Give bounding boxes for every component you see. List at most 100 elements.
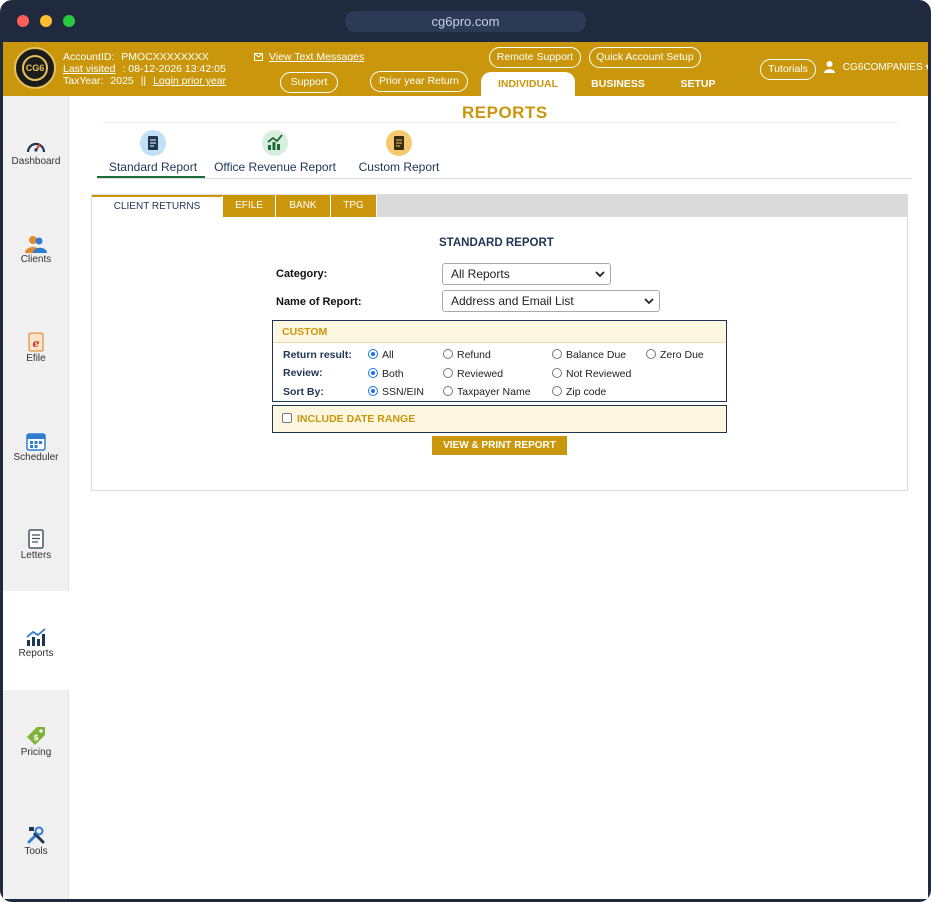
sidebar-item-label: Letters — [20, 550, 52, 561]
report-name-select[interactable]: Address and Email List — [442, 290, 660, 312]
address-bar[interactable]: cg6pro.com — [345, 11, 586, 32]
prior-year-return-button[interactable]: Prior year Return — [370, 71, 468, 92]
report-name-label: Name of Report: — [276, 296, 362, 308]
radio-review-not-reviewed[interactable]: Not Reviewed — [552, 368, 631, 380]
radio-return-balance-due[interactable]: Balance Due — [552, 349, 626, 361]
sidebar-item-label: Scheduler — [13, 452, 59, 463]
include-date-range[interactable]: INCLUDE DATE RANGE — [272, 405, 727, 433]
tab-bank[interactable]: BANK — [276, 195, 331, 217]
radio-label: Balance Due — [566, 349, 627, 361]
page-title: REPORTS — [462, 103, 548, 122]
report-type-standard[interactable]: Standard Report — [103, 130, 203, 174]
radio-button — [443, 349, 453, 359]
svg-text:$: $ — [33, 733, 39, 742]
radio-label: Zero Due — [660, 349, 704, 361]
tools-icon — [27, 826, 45, 844]
tax-year-row: TaxYear: 2025 || Login prior year — [63, 75, 226, 87]
custom-options-title: CUSTOM — [273, 321, 726, 343]
radio-sort-ssn[interactable]: SSN/EIN — [368, 386, 424, 398]
tax-year-value: 2025 — [110, 75, 134, 87]
users-icon — [25, 236, 47, 253]
include-date-range-label: INCLUDE DATE RANGE — [297, 413, 416, 425]
sort-by-label: Sort By: — [283, 386, 324, 398]
last-visited-value: : 08-12-2026 13:42:05 — [122, 63, 226, 75]
sidebar-item-pricing[interactable]: $ Pricing — [3, 690, 69, 789]
sidebar-item-label: Tools — [24, 846, 48, 857]
user-menu[interactable]: CG6COMPANIES ▾ — [823, 60, 928, 73]
tab-setup[interactable]: SETUP — [673, 72, 723, 96]
radio-button — [443, 386, 453, 396]
report-tabs: CLIENT RETURNS EFILE BANK TPG — [92, 195, 907, 217]
radio-label: Reviewed — [457, 368, 504, 380]
radio-return-zero-due[interactable]: Zero Due — [646, 349, 704, 361]
section-title: STANDARD REPORT — [439, 237, 554, 249]
sidebar-item-label: Efile — [26, 353, 46, 364]
login-prior-year-link[interactable]: Login prior year — [153, 75, 226, 87]
radio-button — [552, 349, 562, 359]
radio-label: Both — [382, 368, 404, 380]
view-text-messages[interactable]: View Text Messages — [254, 51, 364, 63]
chevron-down-icon — [595, 271, 605, 278]
radio-review-reviewed[interactable]: Reviewed — [443, 368, 503, 380]
sidebar-item-letters[interactable]: Letters — [3, 492, 69, 591]
zoom-window-dot[interactable] — [63, 15, 75, 27]
radio-button — [552, 368, 562, 378]
sidebar-item-label: Clients — [20, 254, 52, 265]
radio-sort-zip-code[interactable]: Zip code — [552, 386, 606, 398]
support-button[interactable]: Support — [280, 72, 338, 93]
browser-frame: cg6pro.com CG6 AccountID: PMOCXXXXXXXX L… — [0, 0, 931, 902]
include-date-range-checkbox[interactable] — [282, 413, 292, 423]
sidebar-item-efile[interactable]: e Efile — [3, 294, 69, 393]
account-id-label: AccountID: — [63, 51, 115, 63]
revenue-chart-icon — [262, 130, 288, 156]
report-type-custom[interactable]: Custom Report — [355, 130, 443, 174]
view-print-report-button[interactable]: VIEW & PRINT REPORT — [432, 436, 567, 455]
sidebar-item-scheduler[interactable]: Scheduler — [3, 393, 69, 492]
mail-icon — [254, 53, 263, 61]
report-type-label: Custom Report — [358, 160, 440, 174]
radio-label: SSN/EIN — [382, 386, 425, 398]
radio-button — [552, 386, 562, 396]
radio-label: Zip code — [566, 386, 607, 398]
category-select[interactable]: All Reports — [442, 263, 611, 285]
radio-return-refund[interactable]: Refund — [443, 349, 491, 361]
divider — [103, 122, 898, 123]
sidebar-item-label: Pricing — [20, 747, 52, 758]
account-id-row: AccountID: PMOCXXXXXXXX — [63, 51, 209, 63]
report-name-select-value: Address and Email List — [451, 294, 574, 308]
radio-label: Taxpayer Name — [457, 386, 531, 398]
last-visited-link[interactable]: Last visited — [63, 63, 116, 75]
app-window: CG6 AccountID: PMOCXXXXXXXX Last visited… — [3, 42, 928, 899]
svg-text:e: e — [33, 337, 40, 350]
radio-sort-taxpayer-name[interactable]: Taxpayer Name — [443, 386, 531, 398]
gauge-icon — [26, 142, 46, 153]
tab-efile[interactable]: EFILE — [223, 195, 276, 217]
tab-tpg[interactable]: TPG — [331, 195, 377, 217]
tab-client-returns[interactable]: CLIENT RETURNS — [92, 195, 223, 217]
minimize-window-dot[interactable] — [40, 15, 52, 27]
last-visited-row: Last visited : 08-12-2026 13:42:05 — [63, 63, 226, 75]
report-type-label: Standard Report — [108, 160, 198, 174]
close-window-dot[interactable] — [17, 15, 29, 27]
remote-support-button[interactable]: Remote Support — [489, 47, 581, 68]
tab-business[interactable]: BUSINESS — [587, 72, 649, 96]
user-name: CG6COMPANIES — [842, 62, 923, 73]
tab-individual[interactable]: INDIVIDUAL — [481, 72, 575, 96]
sidebar-item-label: Reports — [18, 648, 54, 659]
company-logo[interactable]: CG6 — [14, 47, 56, 89]
category-label: Category: — [276, 268, 328, 280]
quick-account-setup-button[interactable]: Quick Account Setup — [589, 47, 701, 68]
letter-icon — [28, 529, 44, 549]
top-header: CG6 AccountID: PMOCXXXXXXXX Last visited… — [3, 42, 928, 96]
radio-review-both[interactable]: Both — [368, 368, 404, 380]
radio-button — [368, 349, 378, 359]
sidebar-item-reports[interactable]: Reports — [3, 591, 69, 690]
radio-return-all[interactable]: All — [368, 349, 394, 361]
account-id-value: PMOCXXXXXXXX — [121, 51, 209, 63]
sidebar-item-tools[interactable]: Tools — [3, 789, 69, 888]
tutorials-button[interactable]: Tutorials — [760, 59, 816, 80]
sidebar-item-dashboard[interactable]: Dashboard — [3, 96, 69, 195]
report-type-office-revenue[interactable]: Office Revenue Report — [213, 130, 337, 174]
sidebar-item-clients[interactable]: Clients — [3, 195, 69, 294]
custom-options-box: CUSTOM Return result: All Refund Balance… — [272, 320, 727, 402]
